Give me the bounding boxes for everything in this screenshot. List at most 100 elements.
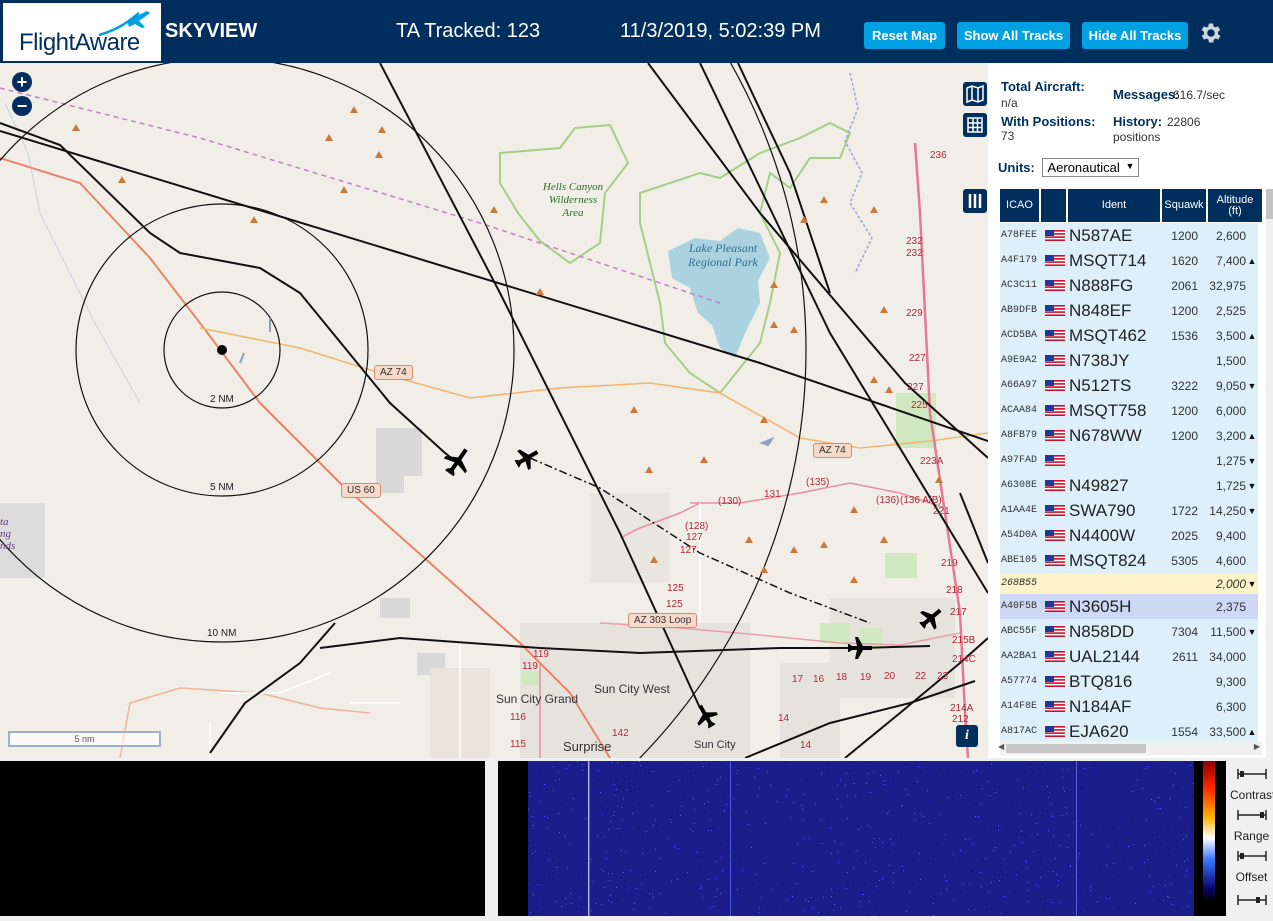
icao-cell: AA2BA1	[1001, 651, 1038, 662]
altitude-trend-icon: ▼	[1247, 480, 1257, 491]
history-unit: positions	[1113, 130, 1161, 144]
altitude-cell: 4,600	[1215, 553, 1246, 568]
grid-toggle-button[interactable]	[963, 113, 987, 137]
scroll-left-icon[interactable]: ◀	[998, 742, 1004, 751]
skyview-app: FlightAware SKYVIEW TA Tracked: 123 11/3…	[0, 0, 1273, 921]
aircraft-row[interactable]: A9E9A2 N738JY 1,500	[1000, 348, 1258, 373]
range-slider[interactable]	[1236, 809, 1268, 821]
squawk-cell: 1620	[1171, 253, 1198, 268]
altitude-trend-icon: ▲	[1247, 255, 1257, 266]
icao-cell: A6308E	[1001, 480, 1038, 491]
column-header-altitude[interactable]: Altitude (ft)	[1208, 189, 1264, 222]
altitude-trend-icon: ▼	[1247, 505, 1257, 516]
aircraft-row[interactable]: A1AA4E SWA790 1722 14,250 ▼	[1000, 498, 1258, 523]
with-positions-value: 73	[1001, 129, 1015, 143]
ident-cell: N184AF	[1069, 696, 1132, 716]
column-header-ident[interactable]: Ident	[1068, 189, 1162, 222]
chevron-down-icon: ▼	[1125, 161, 1135, 171]
altitude-cell: 33,500	[1209, 724, 1246, 739]
map-icon	[966, 84, 984, 104]
top-header-bar: FlightAware SKYVIEW TA Tracked: 123 11/3…	[0, 0, 1273, 63]
scroll-right-icon[interactable]: ▶	[1254, 742, 1260, 751]
aircraft-row[interactable]: A14F8E N184AF 6,300	[1000, 694, 1258, 719]
show-all-tracks-button[interactable]: Show All Tracks	[957, 22, 1070, 49]
altitude-trend-icon: ▲	[1247, 726, 1257, 737]
road-number: (136)	[876, 495, 900, 506]
ident-cell: MSQT758	[1069, 400, 1147, 420]
ident-cell: N738JY	[1069, 350, 1130, 370]
aircraft-row[interactable]: ACAA84 MSQT758 1200 6,000	[1000, 398, 1258, 423]
aircraft-table-body: A78FEE N587AE 1200 2,600 A4F179 MSQT714 1620 7,…	[1000, 223, 1258, 744]
aircraft-row[interactable]: ABE105 MSQT824 5305 4,600	[1000, 548, 1258, 573]
road-number: (128)	[685, 521, 709, 532]
zoom-out-button[interactable]: −	[12, 96, 32, 116]
gear-icon[interactable]	[1198, 20, 1224, 46]
reset-map-button[interactable]: Reset Map	[864, 22, 945, 49]
map-layers-button[interactable]	[963, 82, 987, 106]
squawk-cell: 3222	[1171, 378, 1198, 393]
scrollbar-thumb[interactable]	[1006, 744, 1146, 753]
road-number: 229	[906, 308, 923, 319]
units-row: Units: Aeronautical ▼	[998, 158, 1140, 177]
ident-cell: N848EF	[1069, 300, 1132, 320]
road-number: (130)	[718, 496, 742, 507]
scrollbar-thumb[interactable]	[1266, 189, 1273, 219]
zoom-in-button[interactable]: +	[12, 72, 32, 92]
aircraft-panel: Total Aircraft: n/a With Positions: 73 M…	[988, 63, 1273, 758]
aircraft-row[interactable]: A66A97 N512TS 3222 9,050 ▼	[1000, 373, 1258, 398]
route-label: AZ 74	[813, 443, 852, 458]
map-view[interactable]: + − 5 nm i 2 NM 5 NM 10 NM AZ 74 AZ 74 U…	[0, 63, 988, 758]
aircraft-row[interactable]: AB9DFB N848EF 1200 2,525	[1000, 298, 1258, 323]
us-flag-icon	[1045, 230, 1065, 241]
altitude-cell: 9,050	[1215, 378, 1246, 393]
altitude-trend-icon: ▲	[1247, 430, 1257, 441]
contrast-slider[interactable]	[1236, 768, 1268, 780]
aircraft-row[interactable]: A6308E N49827 1,725 ▼	[1000, 473, 1258, 498]
column-header-icao[interactable]: ICAO	[1000, 189, 1041, 222]
altitude-cell: 7,400	[1215, 253, 1246, 268]
offset-slider[interactable]	[1236, 850, 1268, 862]
map-info-button[interactable]: i	[956, 725, 978, 747]
flightaware-logo[interactable]: FlightAware	[3, 3, 161, 61]
ident-cell: EJA620	[1069, 721, 1129, 741]
aircraft-row[interactable]: AC3C11 N888FG 2061 32,975	[1000, 273, 1258, 298]
contrast-label: Contrast	[1230, 788, 1273, 802]
waterfall-display[interactable]	[528, 761, 1194, 916]
park-label: Hells Canyon Wilderness Area	[542, 181, 604, 219]
table-vertical-scrollbar[interactable]	[1266, 189, 1273, 758]
aircraft-row[interactable]: A78FEE N587AE 1200 2,600	[1000, 223, 1258, 248]
us-flag-icon	[1045, 676, 1065, 687]
spectrum-scope	[0, 761, 485, 916]
aircraft-row[interactable]: AA2BA1 UAL2144 2611 34,000	[1000, 644, 1258, 669]
units-select[interactable]: Aeronautical ▼	[1042, 158, 1140, 177]
table-horizontal-scrollbar[interactable]: ◀ ▶	[998, 741, 1262, 755]
aircraft-row[interactable]: 268B55 2,000 ▼	[1000, 573, 1258, 594]
aircraft-row[interactable]: A40F5B N3605H 2,375	[1000, 594, 1258, 619]
columns-toggle-button[interactable]	[963, 189, 987, 213]
aircraft-row[interactable]: A4F179 MSQT714 1620 7,400 ▲	[1000, 248, 1258, 273]
aircraft-row[interactable]: ABC55F N858DD 7304 11,500 ▼	[1000, 619, 1258, 644]
aircraft-table-header: ICAO Ident Squawk Altitude (ft)	[1000, 189, 1264, 222]
aircraft-row[interactable]: A8FB79 N678WW 1200 3,200 ▲	[1000, 423, 1258, 448]
ident-cell: N587AE	[1069, 225, 1133, 245]
road-number: 18	[836, 672, 848, 683]
squawk-cell: 2025	[1171, 528, 1198, 543]
altitude-trend-icon: ▲	[1247, 330, 1257, 341]
hide-all-tracks-button[interactable]: Hide All Tracks	[1082, 22, 1188, 49]
road-number: 131	[764, 489, 781, 500]
icao-cell: A57774	[1001, 676, 1038, 687]
road-number: 227	[909, 353, 926, 364]
column-header-squawk[interactable]: Squawk	[1162, 189, 1208, 222]
aircraft-row[interactable]: A97FAD 1,275 ▼	[1000, 448, 1258, 473]
city-label: Sun City West	[594, 682, 670, 696]
ident-cell: N49827	[1069, 475, 1129, 495]
aircraft-row[interactable]: A57774 BTQ816 9,300	[1000, 669, 1258, 694]
aircraft-row[interactable]: A54D0A N4400W 2025 9,400	[1000, 523, 1258, 548]
aircraft-row[interactable]: ACD5BA MSQT462 1536 3,500 ▲	[1000, 323, 1258, 348]
map-scale-bar: 5 nm	[8, 731, 161, 747]
extra-slider[interactable]	[1236, 894, 1268, 906]
ident-cell: BTQ816	[1069, 671, 1133, 691]
altitude-trend-icon: ▼	[1247, 455, 1257, 466]
squawk-cell: 2061	[1171, 278, 1198, 293]
icao-cell: A14F8E	[1001, 701, 1038, 712]
